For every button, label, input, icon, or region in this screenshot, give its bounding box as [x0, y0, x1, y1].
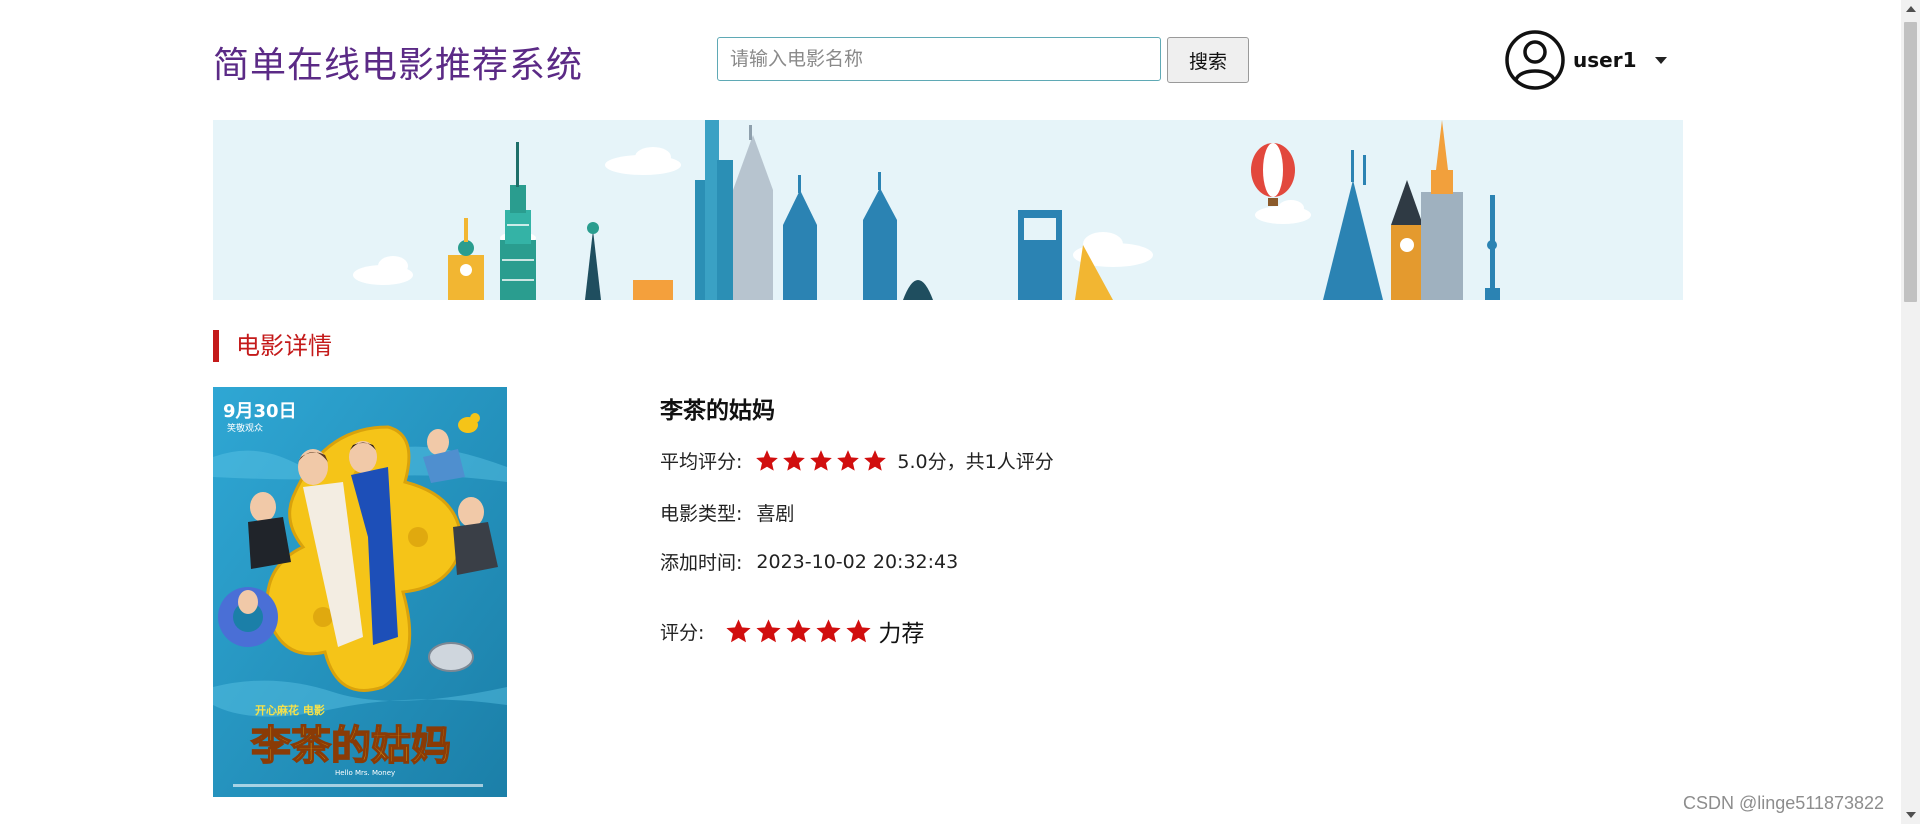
- poster-tagline: 笑敬观众: [227, 422, 263, 434]
- search-input[interactable]: [717, 37, 1161, 81]
- average-rating-text: 5.0分，共1人评分: [897, 451, 1054, 473]
- genre-value: 喜剧: [756, 503, 795, 525]
- site-title[interactable]: 简单在线电影推荐系统: [213, 36, 583, 88]
- average-rating-row: 平均评分: 5.0分，共1人评分: [660, 447, 1054, 474]
- scroll-down-arrow-icon[interactable]: [1906, 812, 1916, 818]
- average-rating-stars: [754, 448, 889, 474]
- rate-star-2-icon[interactable]: [754, 617, 783, 646]
- rate-star-3-icon[interactable]: [784, 617, 813, 646]
- user-rating-label: 评分:: [660, 621, 705, 644]
- user-rating-text: 力荐: [878, 621, 925, 647]
- search-button[interactable]: 搜索: [1167, 37, 1249, 83]
- genre-row: 电影类型: 喜剧: [660, 499, 794, 526]
- page-container: 简单在线电影推荐系统 搜索 user1: [213, 0, 1683, 824]
- movie-title: 李茶的姑妈: [660, 398, 775, 424]
- user-menu[interactable]: user1: [1505, 30, 1667, 90]
- scroll-up-arrow-icon[interactable]: [1906, 6, 1916, 12]
- poster-title-art: 李茶的姑妈: [251, 723, 451, 769]
- poster-date: 9月30日: [223, 401, 297, 422]
- genre-label: 电影类型:: [660, 503, 743, 525]
- username: user1: [1573, 48, 1637, 72]
- rate-star-4-icon[interactable]: [814, 617, 843, 646]
- added-time-value: 2023-10-02 20:32:43: [756, 550, 959, 573]
- added-time-label: 添加时间:: [660, 552, 743, 574]
- watermark: CSDN @linge511873822: [1683, 793, 1885, 813]
- star-icon: [837, 449, 860, 471]
- user-rating-stars[interactable]: [724, 617, 874, 646]
- city-skyline-banner: [213, 120, 1683, 300]
- user-rating-row: 评分: 力荐: [660, 614, 924, 648]
- star-icon: [756, 449, 779, 471]
- movie-poster: 9月30日 笑敬观众 开心麻花 电影 李茶的姑妈 Hello Mrs. Mone…: [213, 387, 507, 797]
- rate-star-1-icon[interactable]: [724, 617, 753, 646]
- poster-subtitle: Hello Mrs. Money: [335, 769, 395, 777]
- section-title: 电影详情: [213, 330, 332, 362]
- scrollbar-thumb[interactable]: [1904, 22, 1917, 302]
- poster-studio: 开心麻花 电影: [255, 703, 325, 717]
- rate-star-5-icon[interactable]: [844, 617, 873, 646]
- chevron-down-icon: [1654, 56, 1667, 64]
- star-icon: [864, 449, 887, 471]
- average-rating-label: 平均评分:: [660, 451, 743, 473]
- star-icon: [783, 449, 806, 471]
- vertical-scrollbar[interactable]: [1901, 0, 1920, 824]
- user-avatar-icon: [1505, 30, 1565, 90]
- star-icon: [810, 449, 833, 471]
- added-time-row: 添加时间: 2023-10-02 20:32:43: [660, 548, 958, 575]
